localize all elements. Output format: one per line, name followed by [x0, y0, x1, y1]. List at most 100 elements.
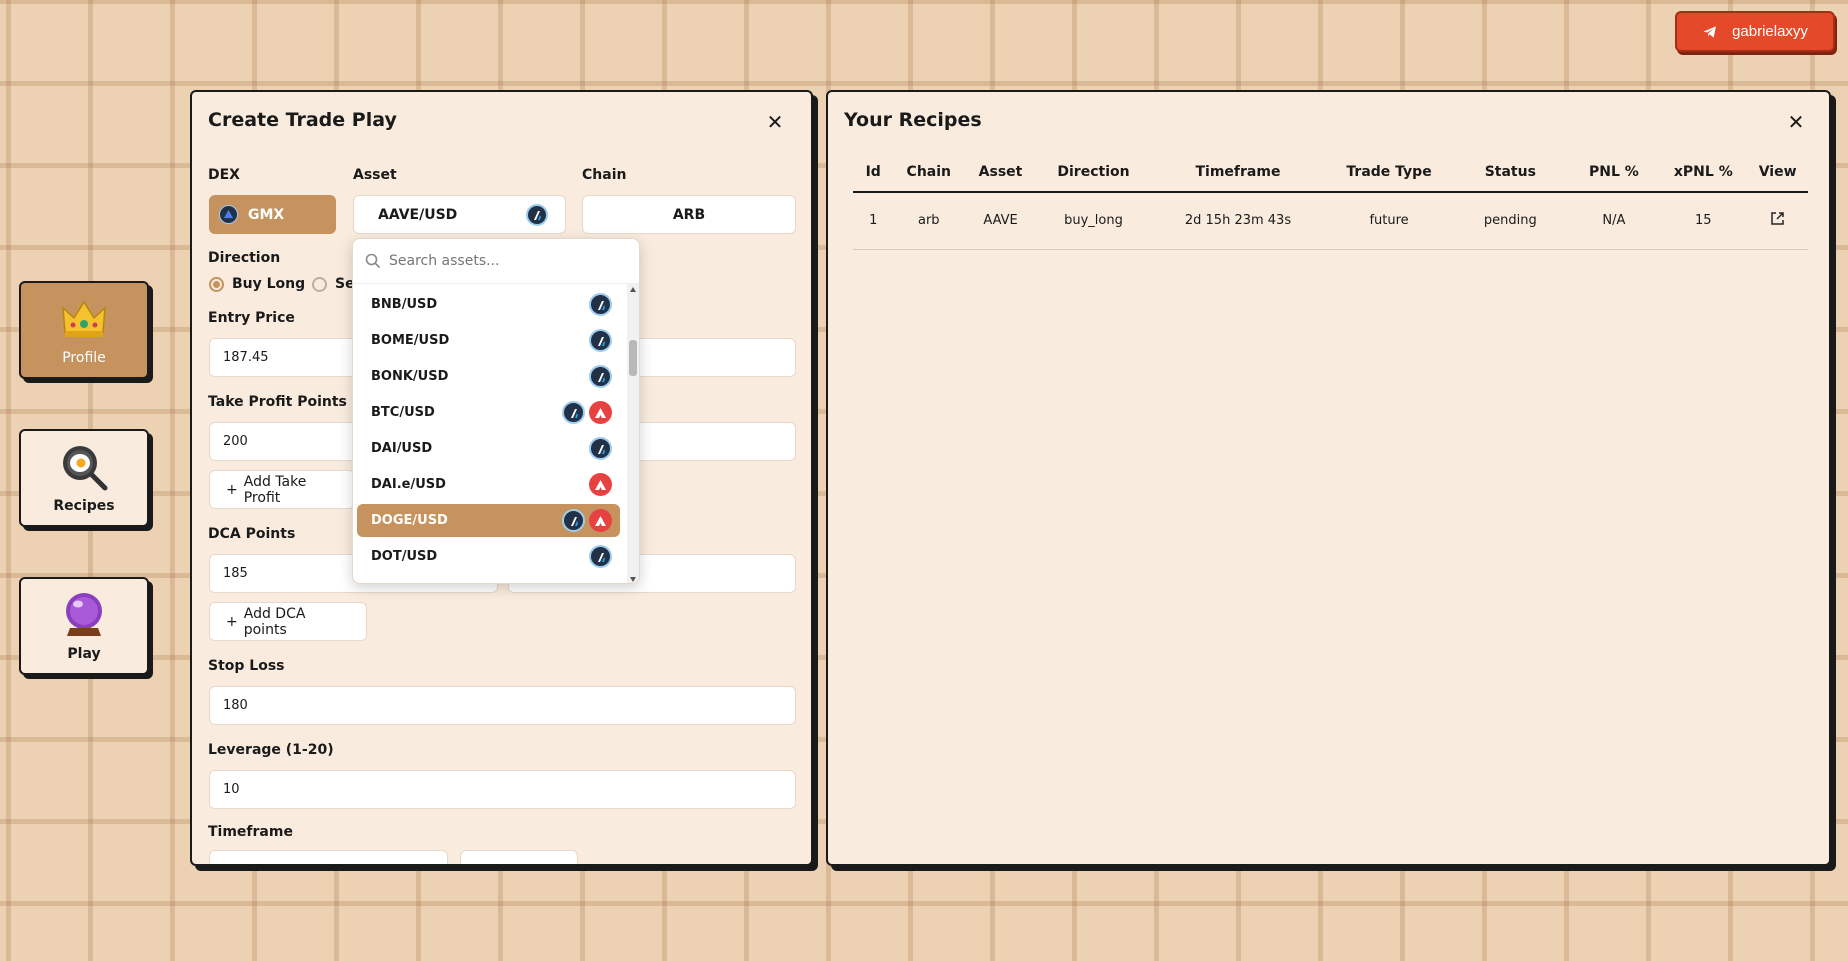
dca-points-label: DCA Points [208, 526, 296, 542]
dex-value: GMX [248, 206, 285, 223]
cell-pnl: N/A [1568, 192, 1660, 250]
avalanche-icon [589, 473, 612, 496]
asset-option-label: BTC/USD [371, 405, 435, 420]
sidebar-item-profile[interactable]: Profile [19, 281, 149, 379]
plus-icon: + [226, 481, 238, 498]
cell-timeframe: 2d 15h 23m 43s [1150, 192, 1326, 250]
arbitrum-icon [589, 293, 612, 316]
column-header: PNL % [1568, 152, 1660, 193]
stop-loss-input[interactable]: 180 [209, 686, 796, 725]
arbitrum-icon [526, 204, 548, 226]
leverage-label: Leverage (1-20) [208, 742, 334, 758]
scroll-up-arrow-icon[interactable] [630, 287, 636, 292]
crown-icon [62, 300, 106, 337]
column-header: Asset [964, 152, 1037, 193]
take-profit-label: Take Profit Points [208, 394, 347, 410]
cell-view [1747, 192, 1808, 250]
recipes-panel: Your Recipes ✕ Id Chain Asset Direction … [826, 90, 1831, 866]
asset-option-label: DOGE/USD [371, 513, 448, 528]
close-icon[interactable]: ✕ [765, 112, 785, 132]
leverage-input[interactable]: 10 [209, 770, 796, 809]
chain-label: Chain [582, 167, 627, 183]
asset-select[interactable]: AAVE/USD [353, 195, 566, 234]
cell-id: 1 [853, 192, 894, 250]
asset-search-input[interactable] [389, 253, 609, 269]
crystal-ball-icon [66, 593, 102, 636]
panel-title: Your Recipes [844, 109, 982, 131]
direction-label: Direction [208, 250, 281, 266]
asset-option-label: DOT/USD [371, 549, 438, 564]
avalanche-icon [589, 509, 612, 532]
asset-option-selected[interactable]: DOGE/USD [357, 504, 620, 537]
sidebar-item-label: Profile [62, 350, 106, 366]
scrollbar-thumb[interactable] [629, 340, 637, 376]
column-header: xPNL % [1659, 152, 1748, 193]
cell-chain: arb [893, 192, 965, 250]
direction-buy-long[interactable]: Buy Long [209, 276, 305, 292]
asset-option[interactable]: BONK/USD [357, 360, 620, 393]
sidebar-item-label: Recipes [53, 498, 115, 514]
column-header: Id [853, 152, 894, 193]
asset-option[interactable]: DAI/USD [357, 432, 620, 465]
asset-option[interactable]: BOME/USD [357, 324, 620, 357]
arbitrum-icon [589, 545, 612, 568]
asset-option[interactable]: DAI.e/USD [357, 468, 620, 501]
cell-asset: AAVE [964, 192, 1037, 250]
sidebar-item-play[interactable]: Play [19, 577, 149, 675]
timeframe-unit-select[interactable] [460, 850, 578, 864]
asset-option[interactable]: BTC/USD [357, 396, 620, 429]
column-header: Chain [893, 152, 965, 193]
timeframe-input[interactable] [209, 850, 448, 864]
asset-option[interactable]: BNB/USD [357, 288, 620, 321]
cell-xpnl: 15 [1659, 192, 1748, 250]
table-header-row: Id Chain Asset Direction Timeframe Trade… [853, 152, 1808, 193]
asset-option-label: DAI.e/USD [371, 477, 446, 492]
recipes-table: Id Chain Asset Direction Timeframe Trade… [853, 152, 1808, 250]
radio-sell-short[interactable] [312, 276, 327, 292]
dropdown-scrollbar[interactable] [627, 284, 639, 583]
column-header: Timeframe [1150, 152, 1326, 193]
add-take-profit-button[interactable]: + Add Take Profit [209, 470, 355, 509]
asset-option[interactable]: DOT/USD [357, 540, 620, 573]
add-dca-points-button[interactable]: + Add DCA points [209, 602, 367, 641]
arbitrum-icon [589, 437, 612, 460]
cell-direction: buy_long [1036, 192, 1151, 250]
arbitrum-icon [589, 365, 612, 388]
dex-label: DEX [208, 167, 240, 183]
asset-value: AAVE/USD [378, 206, 458, 223]
asset-search [353, 239, 639, 284]
search-icon [365, 253, 381, 269]
frying-pan-icon [63, 446, 108, 491]
external-link-icon[interactable] [1770, 211, 1785, 226]
telegram-user-button[interactable]: gabrielaxyy [1675, 11, 1835, 52]
sidebar-item-recipes[interactable]: Recipes [19, 429, 149, 527]
asset-option-label: BONK/USD [371, 369, 449, 384]
chain-value: ARB [672, 206, 706, 223]
radio-buy-long[interactable] [209, 276, 224, 292]
asset-dropdown: BNB/USD BOME/USD BONK/USD BTC/USD DAI/US… [352, 238, 640, 584]
cell-status: pending [1452, 192, 1569, 250]
dca-points-value: 185 [223, 566, 248, 581]
asset-option-label: DAI/USD [371, 441, 433, 456]
entry-price-label: Entry Price [208, 310, 295, 326]
scroll-down-arrow-icon[interactable] [630, 577, 636, 582]
column-header: Status [1452, 152, 1569, 193]
telegram-icon [1703, 25, 1717, 38]
entry-price-value: 187.45 [223, 350, 269, 365]
panel-title: Create Trade Play [208, 109, 397, 131]
plus-icon: + [226, 613, 238, 630]
dex-select[interactable]: GMX [209, 195, 336, 234]
direction-buy-label: Buy Long [232, 276, 306, 292]
avalanche-icon [589, 401, 612, 424]
stop-loss-value: 180 [223, 698, 248, 713]
asset-option-label: BNB/USD [371, 297, 438, 312]
column-header: Trade Type [1325, 152, 1453, 193]
asset-label: Asset [353, 167, 397, 183]
sidebar-item-label: Play [67, 646, 101, 662]
chain-select[interactable]: ARB [582, 195, 796, 234]
close-icon[interactable]: ✕ [1786, 112, 1806, 132]
timeframe-label: Timeframe [208, 824, 293, 840]
add-dca-points-label: Add DCA points [243, 605, 306, 638]
cell-trade-type: future [1325, 192, 1453, 250]
table-row: 1 arb AAVE buy_long 2d 15h 23m 43s futur… [853, 192, 1808, 250]
